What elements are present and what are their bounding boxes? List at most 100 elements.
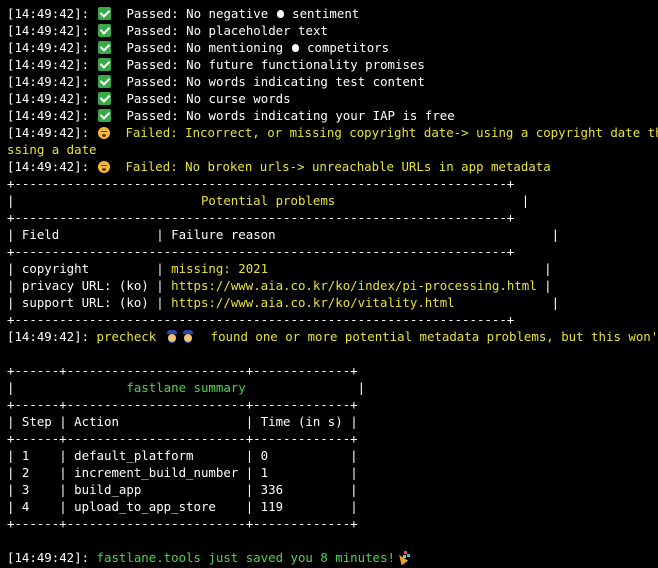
summary-row: | 4 | upload_to_app_store | 119 | <box>7 499 358 514</box>
field-cell: privacy URL: (ko) <box>21 278 149 293</box>
log-line-passed: [14:49:42]: Passed: No curse words <box>7 90 658 107</box>
reason-cell: https://www.aia.co.kr/ko/vitality.html <box>171 295 455 310</box>
precheck-label: precheck <box>96 329 157 344</box>
check-mark-icon <box>97 92 111 105</box>
summary-row: | 2 | increment_build_number | 1 | <box>7 465 358 480</box>
timestamp: [14:49:42]: <box>7 6 90 21</box>
police-officer-icon <box>166 330 178 343</box>
table-border: +---------------------------------------… <box>7 312 515 327</box>
status-label: Passed: <box>126 57 179 72</box>
log-message: No broken urls-> unreachable URLs in app… <box>185 159 551 174</box>
reason-cell: missing: 2021 <box>171 261 269 276</box>
column-header: Time (in s) <box>260 414 343 429</box>
table-row: | support URL: (ko) | https://www.aia.co… <box>7 295 560 310</box>
summary-title-row: | fastlane summary | <box>7 380 366 395</box>
table-header-row: | Field | Failure reason | <box>7 227 560 242</box>
summary-header-row: | Step | Action | Time (in s) | <box>7 414 358 429</box>
table-row: | privacy URL: (ko) | https://www.aia.co… <box>7 278 552 293</box>
status-label: Passed: <box>126 74 179 89</box>
summary-border: +------+------------------------+-------… <box>7 397 358 412</box>
log-message: No curse words <box>186 91 291 106</box>
final-line: [14:49:42]: fastlane.tools just saved yo… <box>7 549 658 566</box>
check-mark-icon <box>97 58 111 71</box>
dizzy-face-icon <box>97 161 110 173</box>
log-line-failed: [14:49:42]: Failed: No broken urls-> unr… <box>7 158 658 175</box>
reason-cell: https://www.aia.co.kr/ko/index/pi-proces… <box>171 278 537 293</box>
column-header: Failure reason <box>171 227 276 242</box>
column-header: Step <box>21 414 52 429</box>
log-line-passed: [14:49:42]: Passed: No words indicating … <box>7 107 658 124</box>
table-border: +---------------------------------------… <box>7 244 515 259</box>
table-title: Potential problems <box>200 193 336 208</box>
action-cell: build_app <box>74 482 142 497</box>
time-cell: 0 <box>260 448 269 463</box>
table-title-row: | Potential problems | <box>7 193 530 208</box>
log-message: No words indicating your IAP is free <box>186 108 455 123</box>
check-mark-icon <box>97 41 111 54</box>
log-line-passed: [14:49:42]: Passed: No mentioning compet… <box>7 39 658 56</box>
table-border: +---------------------------------------… <box>7 210 515 225</box>
status-label: Passed: <box>126 108 179 123</box>
status-label: Passed: <box>126 91 179 106</box>
summary-border: +------+------------------------+-------… <box>7 516 358 531</box>
field-cell: support URL: (ko) <box>21 295 149 310</box>
timestamp: [14:49:42]: <box>7 40 90 55</box>
column-header: Field <box>21 227 60 242</box>
timestamp: [14:49:42]: <box>7 125 90 140</box>
status-label: Passed: <box>126 40 179 55</box>
apple-icon <box>276 10 284 18</box>
log-line-passed: [14:49:42]: Passed: No negative sentimen… <box>7 5 658 22</box>
check-mark-icon <box>97 75 111 88</box>
precheck-message: found one or more potential metadata pro… <box>210 329 658 344</box>
timestamp: [14:49:42]: <box>7 329 90 344</box>
time-cell: 336 <box>260 482 284 497</box>
action-cell: upload_to_app_store <box>74 499 216 514</box>
timestamp: [14:49:42]: <box>7 159 90 174</box>
check-mark-icon <box>97 109 111 122</box>
log-message: No mentioning <box>186 40 291 55</box>
log-message: No negative <box>186 6 276 21</box>
apple-icon <box>291 44 299 52</box>
field-cell: copyright <box>21 261 90 276</box>
time-cell: 119 <box>260 499 284 514</box>
log-message-after: competitors <box>299 40 390 55</box>
log-line-passed: [14:49:42]: Passed: No placeholder text <box>7 22 658 39</box>
dizzy-face-icon <box>97 127 110 139</box>
status-label: Passed: <box>126 6 179 21</box>
timestamp: [14:49:42]: <box>7 91 90 106</box>
log-message: No placeholder text <box>186 23 328 38</box>
police-officer-icon <box>182 330 194 343</box>
status-label: Failed: <box>125 125 178 140</box>
status-label: Failed: <box>125 159 178 174</box>
timestamp: [14:49:42]: <box>7 550 90 565</box>
timestamp: [14:49:42]: <box>7 108 90 123</box>
log-message: Incorrect, or missing copyright date-> u… <box>185 125 658 140</box>
timestamp: [14:49:42]: <box>7 57 90 72</box>
table-row: | copyright | missing: 2021 | <box>7 261 552 276</box>
log-line-failed: [14:49:42]: Failed: Incorrect, or missin… <box>7 124 658 141</box>
summary-border: +------+------------------------+-------… <box>7 431 358 446</box>
log-line-continuation: ssing a date <box>7 142 97 157</box>
log-message: No words indicating test content <box>186 74 425 89</box>
final-message: fastlane.tools just saved you 8 minutes! <box>96 550 395 565</box>
action-cell: increment_build_number <box>74 465 239 480</box>
timestamp: [14:49:42]: <box>7 23 90 38</box>
party-popper-icon <box>397 551 410 564</box>
terminal-output: [14:49:42]: Passed: No negative sentimen… <box>7 5 658 566</box>
status-label: Passed: <box>126 23 179 38</box>
log-message: No future functionality promises <box>186 57 425 72</box>
column-header: Action <box>74 414 119 429</box>
action-cell: default_platform <box>74 448 194 463</box>
log-message-after: sentiment <box>284 6 360 21</box>
timestamp: [14:49:42]: <box>7 74 90 89</box>
log-line-passed: [14:49:42]: Passed: No future functional… <box>7 56 658 73</box>
precheck-line: [14:49:42]: precheck found one or more p… <box>7 328 658 345</box>
log-line-passed: [14:49:42]: Passed: No words indicating … <box>7 73 658 90</box>
summary-title: fastlane summary <box>126 380 246 395</box>
summary-row: | 1 | default_platform | 0 | <box>7 448 358 463</box>
table-border: +---------------------------------------… <box>7 176 515 191</box>
check-mark-icon <box>97 7 111 20</box>
check-mark-icon <box>97 24 111 37</box>
